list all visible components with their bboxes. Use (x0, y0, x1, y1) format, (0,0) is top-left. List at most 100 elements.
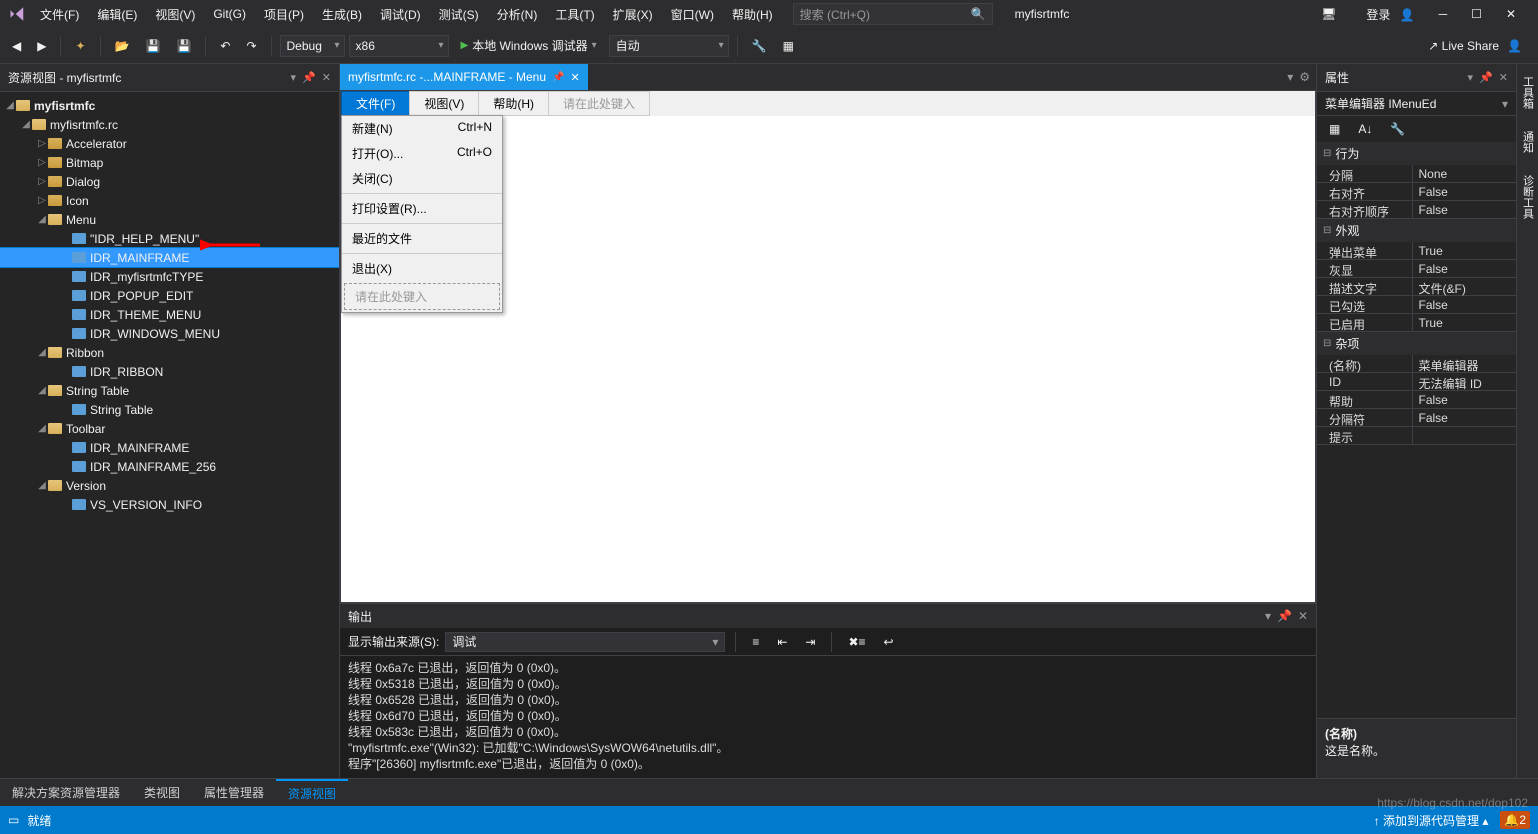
pin-icon[interactable]: 📌 (302, 71, 316, 84)
output-icon2[interactable]: ⇤ (771, 632, 793, 652)
save-icon[interactable]: 💾 (139, 36, 166, 56)
platform-dropdown[interactable]: x86 (349, 35, 449, 57)
tree-ribbon[interactable]: ◢Ribbon (0, 343, 339, 362)
output-wrap-icon[interactable]: ↩ (878, 632, 900, 652)
new-icon[interactable]: ✦ (69, 36, 91, 56)
open-icon[interactable]: 📂 (109, 36, 136, 56)
redo-icon[interactable]: ↷ (240, 36, 262, 56)
tab-dropdown-icon[interactable]: ▾ (1287, 70, 1293, 84)
menu-top-file[interactable]: 文件(F) (341, 91, 410, 116)
tree-menu-item-selected[interactable]: ·IDR_MAINFRAME (0, 248, 339, 267)
menu-project[interactable]: 项目(P) (256, 2, 312, 27)
nav-fwd-icon[interactable]: ▶ (31, 36, 52, 56)
start-debug-button[interactable]: ▶ 本地 Windows 调试器 ▾ (453, 37, 605, 54)
menu-top-help[interactable]: 帮助(H) (478, 91, 549, 116)
minimize-icon[interactable]: ─ (1433, 5, 1454, 23)
resource-tree[interactable]: ◢myfisrtmfc ◢myfisrtmfc.rc ▷Accelerator … (0, 92, 339, 778)
tree-menu-item[interactable]: ·IDR_WINDOWS_MENU (0, 324, 339, 343)
prop-cat-icon[interactable]: ▦ (1323, 119, 1346, 139)
output-close-icon[interactable]: ✕ (1298, 609, 1308, 623)
status-window-icon[interactable]: ▭ (8, 813, 19, 827)
saveall-icon[interactable]: 💾 (170, 36, 197, 56)
tree-strtab[interactable]: ◢String Table (0, 381, 339, 400)
menu-test[interactable]: 测试(S) (431, 2, 487, 27)
menu-item-open[interactable]: 打开(O)...Ctrl+O (342, 141, 502, 166)
status-notification-icon[interactable]: 🔔2 (1500, 811, 1530, 829)
liveshare-user-icon[interactable]: 👤 (1507, 39, 1522, 53)
tree-toolbar-item[interactable]: ·IDR_MAINFRAME (0, 438, 339, 457)
tree-version-item[interactable]: ·VS_VERSION_INFO (0, 495, 339, 514)
tree-menu-item[interactable]: ·IDR_THEME_MENU (0, 305, 339, 324)
close-panel-icon[interactable]: ✕ (322, 71, 331, 84)
prop-wrench-icon[interactable]: 🔧 (1384, 119, 1411, 139)
prop-close-icon[interactable]: ✕ (1499, 71, 1508, 84)
auto-dropdown[interactable]: 自动 (609, 35, 729, 57)
menu-item-close[interactable]: 关闭(C) (342, 166, 502, 191)
property-grid[interactable]: 行为 分隔None 右对齐False 右对齐顺序False 外观 弹出菜单Tru… (1317, 142, 1516, 718)
tree-toolbar-item[interactable]: ·IDR_MAINFRAME_256 (0, 457, 339, 476)
prop-cat-appearance[interactable]: 外观 (1317, 219, 1516, 242)
tree-icon-folder[interactable]: ▷Icon (0, 191, 339, 210)
tree-strtab-item[interactable]: ·String Table (0, 400, 339, 419)
output-icon3[interactable]: ⇥ (799, 632, 821, 652)
prop-sub-dropdown-icon[interactable]: ▾ (1502, 97, 1508, 111)
tb-icon1[interactable]: 🔧 (746, 36, 773, 56)
side-tab-diag[interactable]: 诊断工具 (1518, 169, 1538, 225)
pin-icon[interactable]: 📌 (552, 72, 564, 83)
output-text[interactable]: 线程 0x6a7c 已退出，返回值为 0 (0x0)。 线程 0x5318 已退… (340, 656, 1316, 778)
tab-gear-icon[interactable]: ⚙ (1299, 70, 1310, 84)
output-pin-icon[interactable]: 📌 (1277, 609, 1292, 623)
liveshare-button[interactable]: ↗ Live Share (1428, 39, 1499, 53)
tree-menu[interactable]: ◢Menu (0, 210, 339, 229)
menu-top-view[interactable]: 视图(V) (409, 91, 479, 116)
config-dropdown[interactable]: Debug (280, 35, 345, 57)
output-clear-icon[interactable]: ✖≡ (842, 632, 871, 652)
tree-bitmap[interactable]: ▷Bitmap (0, 153, 339, 172)
tree-rc[interactable]: ◢myfisrtmfc.rc (0, 115, 339, 134)
tab-class-view[interactable]: 类视图 (132, 779, 192, 806)
menu-file[interactable]: 文件(F) (32, 2, 87, 27)
login-button[interactable]: 登录 👤 (1354, 4, 1420, 25)
menu-item-placeholder[interactable]: 请在此处键入 (344, 283, 500, 310)
document-tab[interactable]: myfisrtmfc.rc -...MAINFRAME - Menu 📌 ✕ (340, 64, 588, 90)
tab-resource-view[interactable]: 资源视图 (276, 779, 348, 806)
tree-root[interactable]: ◢myfisrtmfc (0, 96, 339, 115)
menu-help[interactable]: 帮助(H) (724, 2, 781, 27)
tree-accel[interactable]: ▷Accelerator (0, 134, 339, 153)
menu-build[interactable]: 生成(B) (314, 2, 370, 27)
tab-solution-explorer[interactable]: 解决方案资源管理器 (0, 779, 132, 806)
prop-dropdown-icon[interactable]: ▾ (1468, 71, 1474, 84)
tab-property-manager[interactable]: 属性管理器 (192, 779, 276, 806)
menu-analyze[interactable]: 分析(N) (489, 2, 546, 27)
maximize-icon[interactable]: ☐ (1465, 5, 1488, 23)
undo-icon[interactable]: ↶ (214, 36, 236, 56)
menu-item-printsetup[interactable]: 打印设置(R)... (342, 196, 502, 221)
output-source-dropdown[interactable]: 调试▾ (445, 632, 725, 652)
tree-toolbar[interactable]: ◢Toolbar (0, 419, 339, 438)
tree-ribbon-item[interactable]: ·IDR_RIBBON (0, 362, 339, 381)
menu-tools[interactable]: 工具(T) (547, 2, 602, 27)
status-source-control[interactable]: ↑ 添加到源代码管理 ▴ (1374, 812, 1489, 829)
close-icon[interactable]: ✕ (1500, 5, 1522, 23)
side-tab-notify[interactable]: 通知 (1518, 125, 1538, 159)
menu-debug[interactable]: 调试(D) (372, 2, 429, 27)
tb-icon2[interactable]: ▦ (777, 36, 800, 56)
menu-item-exit[interactable]: 退出(X) (342, 256, 502, 281)
prop-alpha-icon[interactable]: A↓ (1352, 119, 1378, 139)
menu-item-new[interactable]: 新建(N)Ctrl+N (342, 116, 502, 141)
tree-menu-item[interactable]: ·IDR_myfisrtmfcTYPE (0, 267, 339, 286)
output-icon1[interactable]: ≡ (746, 632, 765, 652)
menu-edit[interactable]: 编辑(E) (89, 2, 145, 27)
menu-git[interactable]: Git(G) (205, 3, 254, 25)
prop-cat-behavior[interactable]: 行为 (1317, 142, 1516, 165)
search-box[interactable]: 搜索 (Ctrl+Q) 🔍 (793, 3, 993, 25)
monitor-icon[interactable]: 🖥 (1315, 5, 1342, 23)
close-tab-icon[interactable]: ✕ (570, 71, 579, 84)
menu-window[interactable]: 窗口(W) (663, 2, 722, 27)
tree-menu-item[interactable]: ·"IDR_HELP_MENU" (0, 229, 339, 248)
nav-back-icon[interactable]: ◀ (6, 36, 27, 56)
menu-editor[interactable]: 文件(F) 视图(V) 帮助(H) 请在此处键入 新建(N)Ctrl+N 打开(… (340, 90, 1316, 603)
tree-version[interactable]: ◢Version (0, 476, 339, 495)
menu-item-recent[interactable]: 最近的文件 (342, 226, 502, 251)
menu-top-placeholder[interactable]: 请在此处键入 (548, 91, 650, 116)
